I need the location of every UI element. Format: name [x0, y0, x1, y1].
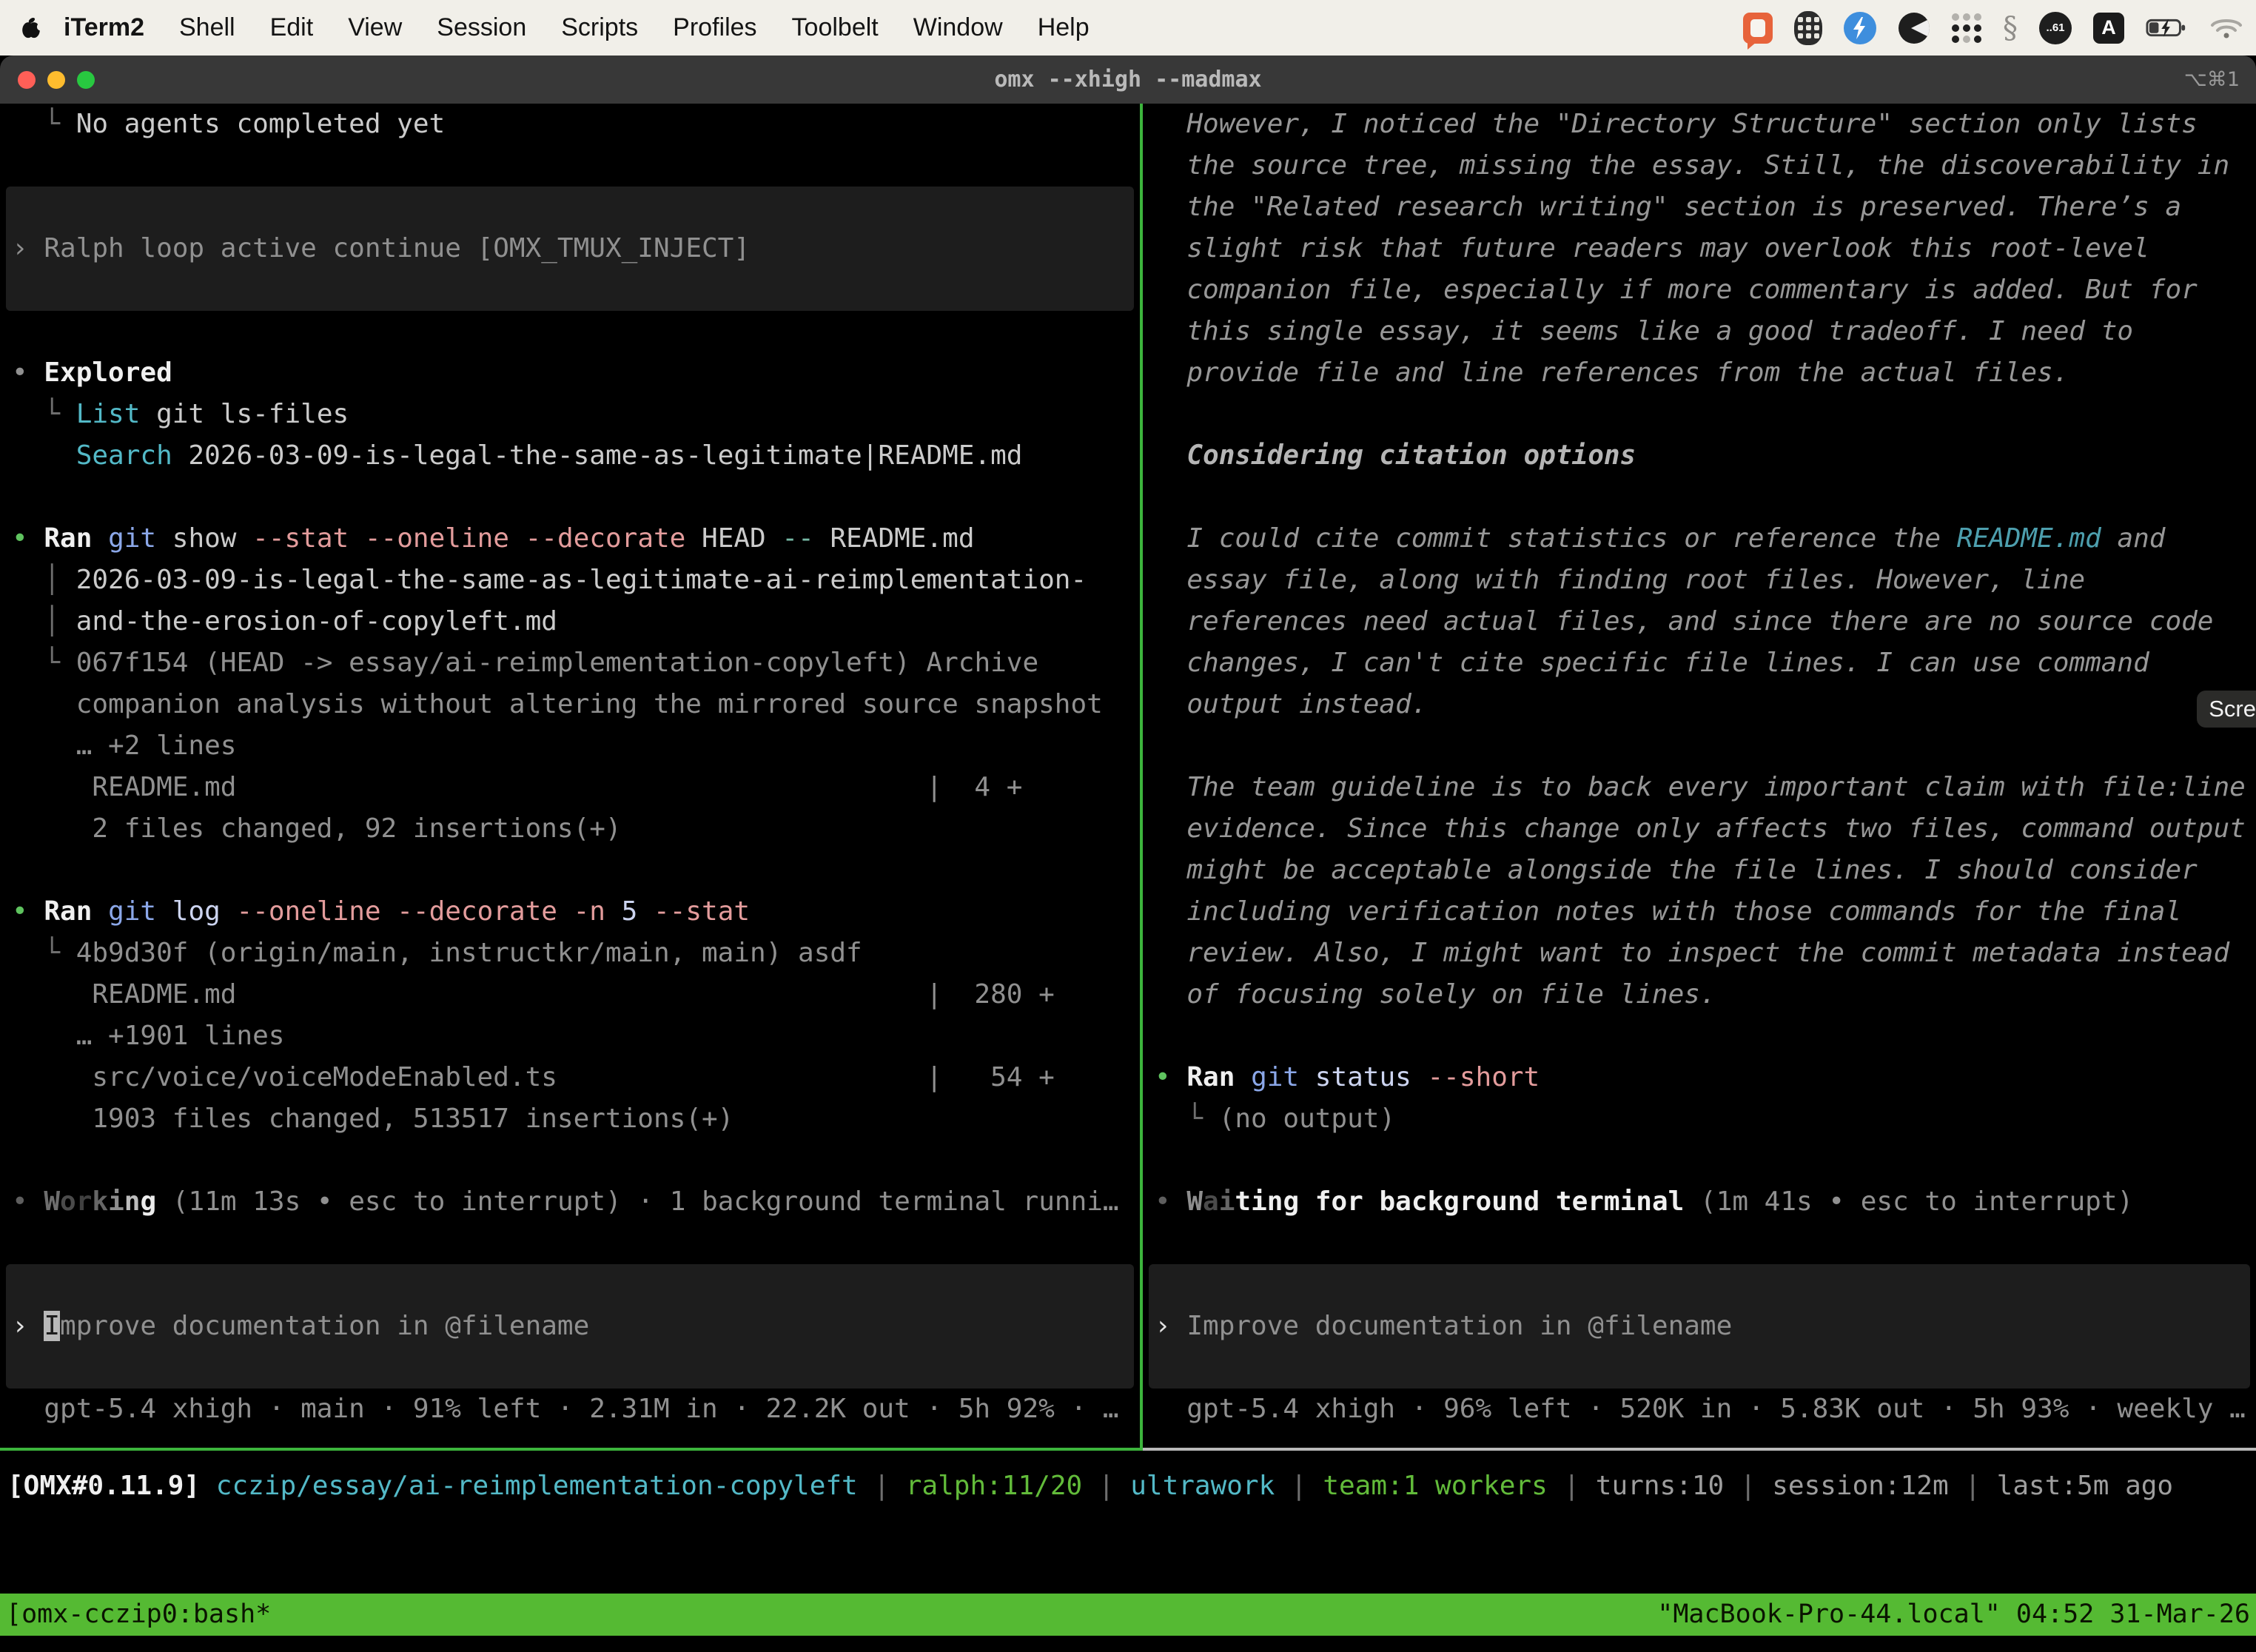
terminal-line: • Working (11m 13s • esc to interrupt) ·… [0, 1181, 1140, 1223]
terminal-line: [OMX#0.11.9] cczip/essay/ai-reimplementa… [0, 1465, 2256, 1507]
prompt-input[interactable]: › Improve documentation in @filename [1149, 1264, 2250, 1389]
menu-items: iTerm2 Shell Edit View Session Scripts Profile… [64, 13, 1124, 42]
terminal-line: 2 files changed, 92 insertions(+) [0, 808, 1140, 850]
terminal-line: the "Related research writing" section i… [1143, 187, 2256, 228]
terminal-line: │ and-the-erosion-of-copyleft.md [0, 601, 1140, 642]
shield-app-icon[interactable] [1794, 11, 1822, 45]
terminal-line: └ (no output) [1143, 1098, 2256, 1140]
window-shortcut-badge: ⌥⌘1 [2184, 68, 2240, 91]
window-title: omx --xhigh --madmax [994, 67, 1261, 93]
screenshot-app-icon[interactable] [1743, 13, 1773, 44]
minimize-button[interactable] [47, 71, 65, 89]
window-titlebar: omx --xhigh --madmax ⌥⌘1 [0, 56, 2256, 104]
terminal-line: Considering citation options [1143, 435, 2256, 477]
terminal-line: evidence. Since this change only affects… [1143, 808, 2256, 850]
badge-app-icon[interactable] [1844, 12, 1876, 44]
terminal-line: might be acceptable alongside the file l… [1143, 850, 2256, 891]
terminal-line: Search 2026-03-09-is-legal-the-same-as-l… [0, 435, 1140, 477]
terminal-line: references need actual files, and since … [1143, 601, 2256, 642]
terminal-line: └ No agents completed yet [0, 104, 1140, 145]
menu-item-shell[interactable]: Shell [179, 13, 235, 42]
hook-app-icon[interactable]: § [2003, 11, 2018, 45]
menu-item-view[interactable]: View [348, 13, 402, 42]
terminal-line: output instead. [1143, 684, 2256, 725]
terminal-line: I could cite commit statistics or refere… [1143, 518, 2256, 560]
terminal-line: • Ran git status --short [1143, 1057, 2256, 1098]
tmux-window-name[interactable]: [omx-cczip0:bash* [6, 1594, 271, 1636]
terminal-line: the source tree, missing the essay. Stil… [1143, 145, 2256, 187]
terminal-line: companion analysis without altering the … [0, 684, 1140, 725]
terminal-line: › Improve documentation in @filename [6, 1306, 589, 1347]
terminal-line: • Ran git log --oneline --decorate -n 5 … [0, 891, 1140, 933]
terminal-line: › Improve documentation in @filename [1149, 1306, 1732, 1347]
pane-bottom-separator [0, 1448, 2256, 1451]
apple-menu-icon[interactable] [21, 16, 41, 40]
timer-badge-icon[interactable]: ..61 [2039, 12, 2072, 44]
terminal-line: The team guideline is to back every impo… [1143, 767, 2256, 808]
zoom-button[interactable] [77, 71, 95, 89]
terminal-line: • Explored [0, 352, 1140, 394]
menu-item-window[interactable]: Window [913, 13, 1003, 42]
dots-grid-icon[interactable] [1952, 13, 1981, 43]
terminal-line: … +1901 lines [0, 1015, 1140, 1057]
ralph-loop-box[interactable]: › Ralph loop active continue [OMX_TMUX_I… [6, 187, 1134, 311]
terminal-line: this single essay, it seems like a good … [1143, 311, 2256, 352]
macos-menu-bar: iTerm2 Shell Edit View Session Scripts Profile… [0, 0, 2256, 56]
terminal-line: • Waiting for background terminal (1m 41… [1143, 1181, 2256, 1223]
left-terminal-pane[interactable]: └ No agents completed yet › Ralph loop ac… [0, 104, 1140, 1448]
terminal-line: including verification notes with those … [1143, 891, 2256, 933]
terminal-line: essay file, along with finding root file… [1143, 560, 2256, 601]
menu-item-toolbelt[interactable]: Toolbelt [792, 13, 879, 42]
terminal-line: │ 2026-03-09-is-legal-the-same-as-legiti… [0, 560, 1140, 601]
menu-item-edit[interactable]: Edit [270, 13, 314, 42]
battery-icon[interactable] [2146, 17, 2189, 39]
terminal-line: changes, I can't cite specific file line… [1143, 642, 2256, 684]
terminal-line: gpt-5.4 xhigh · main · 91% left · 2.31M … [0, 1389, 1140, 1430]
terminal-line: 1903 files changed, 513517 insertions(+) [0, 1098, 1140, 1140]
prompt-input[interactable]: › Improve documentation in @filename [6, 1264, 1134, 1389]
tmux-status-bar: [omx-cczip0:bash* "MacBook-Pro-44.local"… [0, 1594, 2256, 1636]
right-terminal-pane[interactable]: However, I noticed the "Directory Struct… [1143, 104, 2256, 1448]
traffic-lights [18, 56, 95, 104]
terminal-line: However, I noticed the "Directory Struct… [1143, 104, 2256, 145]
menu-item-scripts[interactable]: Scripts [561, 13, 638, 42]
menu-item-profiles[interactable]: Profiles [673, 13, 756, 42]
omx-status-line: [OMX#0.11.9] cczip/essay/ai-reimplementa… [0, 1465, 2256, 1507]
menu-item-session[interactable]: Session [437, 13, 526, 42]
input-source-icon[interactable]: A [2093, 13, 2124, 44]
menu-item-iterm2[interactable]: iTerm2 [64, 13, 144, 42]
terminal-area: └ No agents completed yet › Ralph loop ac… [0, 104, 2256, 1652]
terminal-line: └ 4b9d30f (origin/main, instructkr/main,… [0, 933, 1140, 974]
menu-item-help[interactable]: Help [1038, 13, 1090, 42]
tmux-host-clock: "MacBook-Pro-44.local" 04:52 31-Mar-26 [1657, 1594, 2250, 1636]
terminal-line: └ List git ls-files [0, 394, 1140, 435]
pacman-app-icon[interactable] [1898, 12, 1930, 44]
iterm-window: omx --xhigh --madmax ⌥⌘1 └ No agents com… [0, 56, 2256, 1652]
terminal-line: src/voice/voiceModeEnabled.ts | 54 + [0, 1057, 1140, 1098]
terminal-line: README.md | 280 + [0, 974, 1140, 1015]
close-button[interactable] [18, 71, 36, 89]
terminal-line: gpt-5.4 xhigh · 96% left · 520K in · 5.8… [1143, 1389, 2256, 1430]
terminal-line: README.md | 4 + [0, 767, 1140, 808]
terminal-line: … +2 lines [0, 725, 1140, 767]
terminal-line: • Ran git show --stat --oneline --decora… [0, 518, 1140, 560]
terminal-line: of focusing solely on file lines. [1143, 974, 2256, 1015]
terminal-line: provide file and line references from th… [1143, 352, 2256, 394]
terminal-line: › Ralph loop active continue [OMX_TMUX_I… [6, 228, 750, 269]
wifi-icon[interactable] [2210, 16, 2243, 40]
terminal-line: companion file, especially if more comme… [1143, 269, 2256, 311]
menu-status-icons: § ..61 A [1743, 0, 2243, 56]
screen-overlay-button[interactable]: Scre [2197, 691, 2256, 728]
terminal-line: └ 067f154 (HEAD -> essay/ai-reimplementa… [0, 642, 1140, 684]
terminal-line: slight risk that future readers may over… [1143, 228, 2256, 269]
terminal-line: review. Also, I might want to inspect th… [1143, 933, 2256, 974]
